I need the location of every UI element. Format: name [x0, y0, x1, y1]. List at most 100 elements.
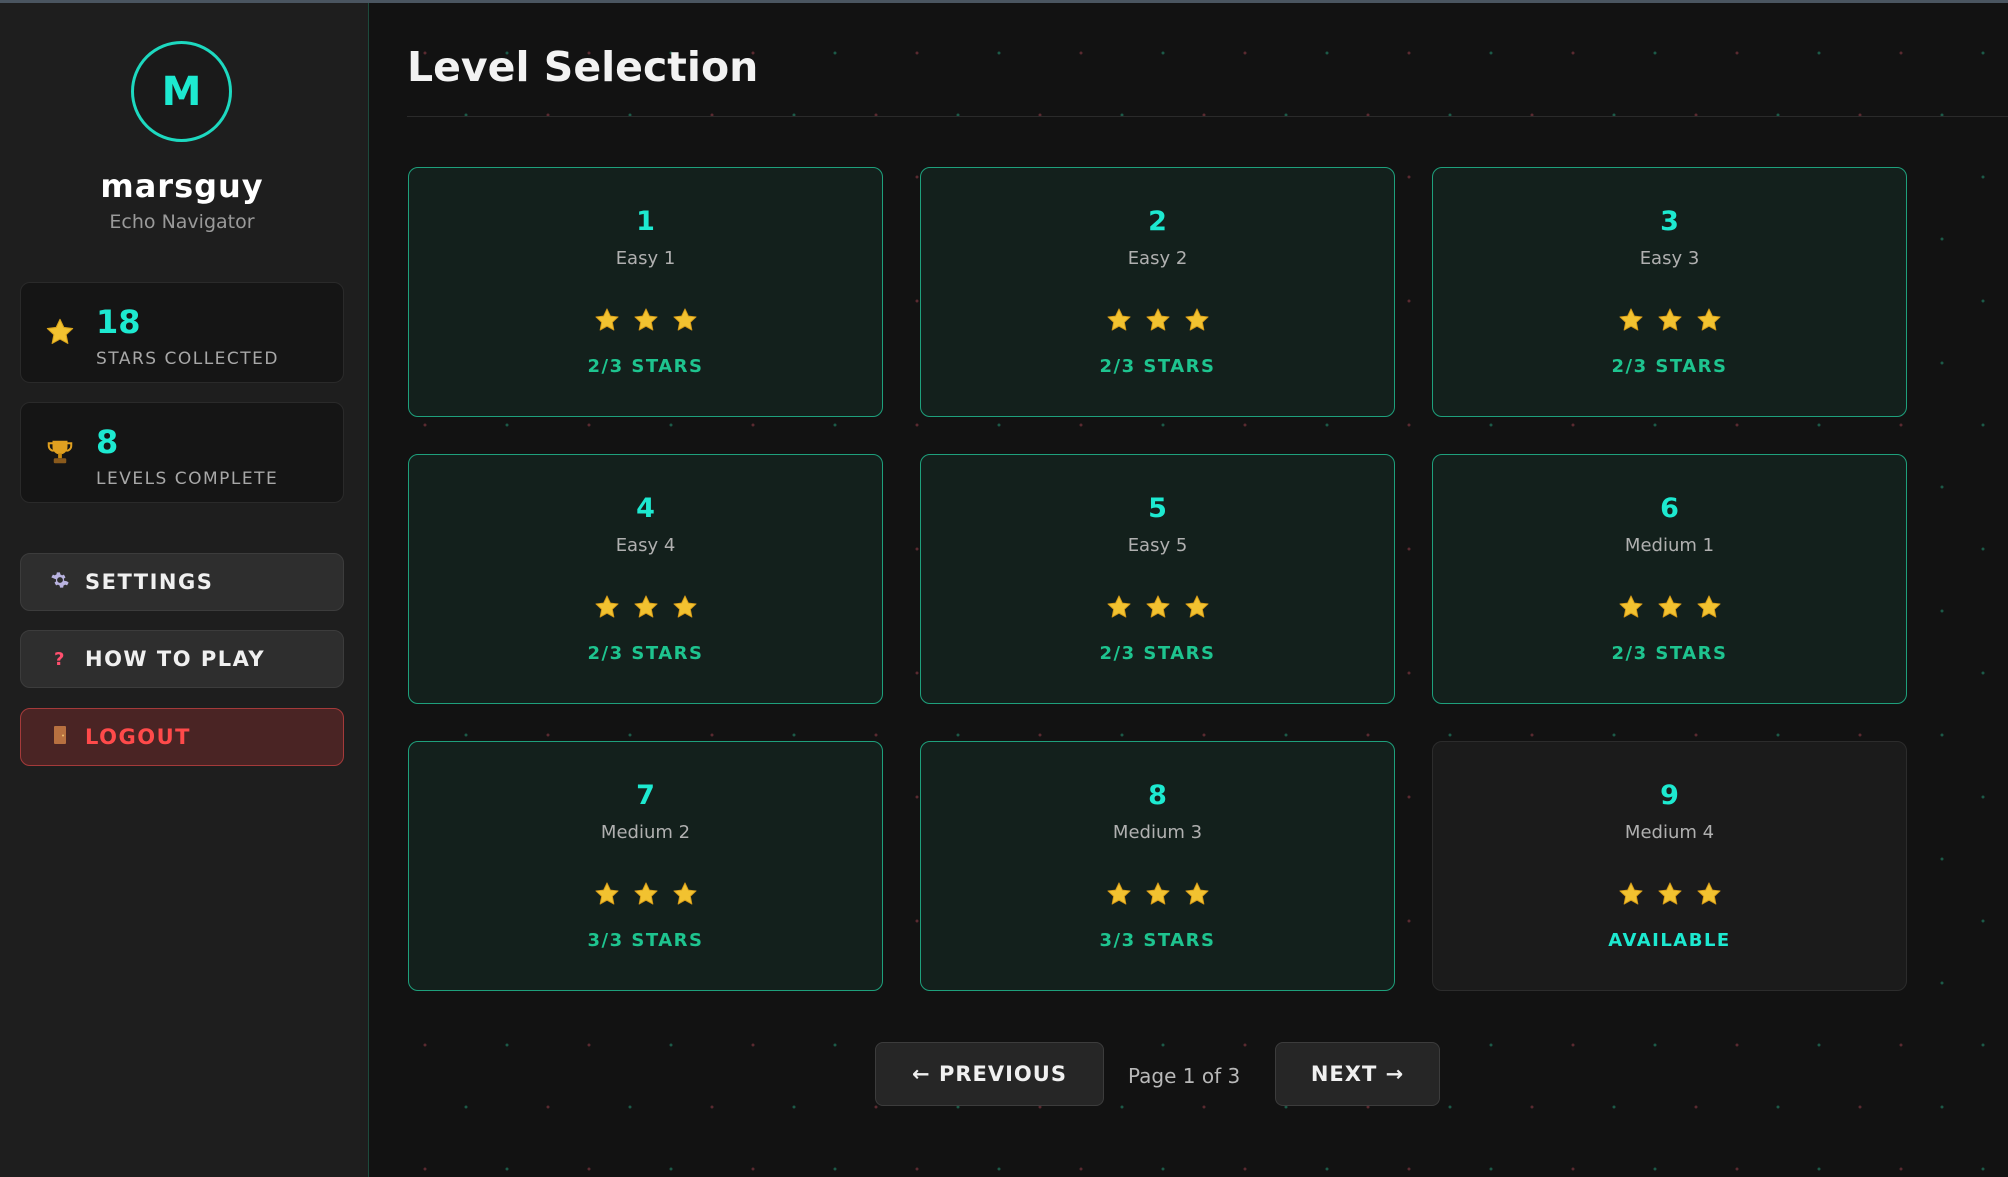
background-dot: [1940, 857, 1944, 861]
settings-button[interactable]: SETTINGS: [20, 553, 344, 611]
background-dot: [1407, 1167, 1411, 1171]
level-card[interactable]: 9 Medium 4 AVAILABLE: [1432, 741, 1907, 991]
star-icon: [594, 595, 619, 618]
background-dot: [1325, 51, 1329, 55]
background-dot: [628, 733, 632, 737]
background-dot: [1407, 299, 1411, 303]
background-dot: [915, 795, 919, 799]
level-card[interactable]: 7 Medium 2 3/3 STARS: [408, 741, 883, 991]
background-dot: [1981, 175, 1985, 179]
star-icon: [594, 308, 619, 331]
star-icon: [594, 882, 619, 905]
page-title: Level Selection: [407, 43, 759, 91]
level-name: Medium 1: [1624, 535, 1715, 556]
level-stars: [409, 880, 882, 908]
level-status: 2/3 STARS: [1611, 356, 1728, 377]
background-dot: [423, 1043, 427, 1047]
background-dot: [1571, 1043, 1575, 1047]
level-stars: [409, 593, 882, 621]
background-dot: [505, 423, 509, 427]
level-number: 2: [1148, 206, 1167, 237]
background-dot: [751, 1043, 755, 1047]
level-card[interactable]: 6 Medium 1 2/3 STARS: [1432, 454, 1907, 704]
background-dot: [1735, 51, 1739, 55]
background-dot: [1981, 795, 1985, 799]
background-dot: [997, 423, 1001, 427]
background-dot: [546, 1105, 550, 1109]
star-icon: [1657, 308, 1682, 331]
background-dot: [1038, 733, 1042, 737]
star-icon: [1184, 308, 1209, 331]
stat-stars-collected: 18 STARS COLLECTED: [20, 282, 344, 383]
level-card[interactable]: 1 Easy 1 2/3 STARS: [408, 167, 883, 417]
background-dot: [1243, 423, 1247, 427]
previous-page-button[interactable]: ← PREVIOUS: [875, 1042, 1104, 1106]
background-dot: [1817, 1167, 1821, 1171]
background-dot: [1899, 423, 1903, 427]
background-dot: [505, 1043, 509, 1047]
background-dot: [1489, 51, 1493, 55]
background-dot: [1981, 1167, 1985, 1171]
background-dot: [1243, 1167, 1247, 1171]
background-dot: [1735, 1167, 1739, 1171]
background-dot: [1407, 547, 1411, 551]
background-dot: [1448, 1105, 1452, 1109]
level-card[interactable]: 4 Easy 4 2/3 STARS: [408, 454, 883, 704]
background-dot: [915, 51, 919, 55]
level-card[interactable]: 5 Easy 5 2/3 STARS: [920, 454, 1395, 704]
stat-value: 8: [96, 423, 119, 461]
star-icon: [1106, 595, 1131, 618]
user-title: Echo Navigator: [109, 211, 255, 233]
background-dot: [587, 1167, 591, 1171]
star-icon: [1657, 882, 1682, 905]
logout-button[interactable]: LOGOUT: [20, 708, 344, 766]
avatar[interactable]: M: [131, 41, 232, 142]
background-dot: [1325, 1167, 1329, 1171]
level-stars: [921, 306, 1394, 334]
background-dot: [833, 51, 837, 55]
star-icon: [1145, 595, 1170, 618]
background-dot: [1653, 51, 1657, 55]
star-icon: [1145, 308, 1170, 331]
level-name: Easy 4: [615, 535, 676, 556]
level-status: 3/3 STARS: [1099, 930, 1216, 951]
level-card[interactable]: 3 Easy 3 2/3 STARS: [1432, 167, 1907, 417]
level-card[interactable]: 2 Easy 2 2/3 STARS: [920, 167, 1395, 417]
logout-label: LOGOUT: [85, 725, 191, 749]
background-dot: [1940, 981, 1944, 985]
level-number: 1: [636, 206, 655, 237]
level-number: 5: [1148, 493, 1167, 524]
next-page-button[interactable]: NEXT →: [1275, 1042, 1440, 1106]
background-dot: [1653, 1167, 1657, 1171]
main-content: Level Selection 1 Easy 1 2/3 STARS 2 Easy 2 2…: [370, 3, 2008, 1177]
background-dot: [833, 1167, 837, 1171]
star-icon: [633, 595, 658, 618]
level-number: 4: [636, 493, 655, 524]
level-card[interactable]: 8 Medium 3 3/3 STARS: [920, 741, 1395, 991]
background-dot: [915, 1167, 919, 1171]
background-dot: [505, 1167, 509, 1171]
level-number: 3: [1660, 206, 1679, 237]
background-dot: [1489, 1043, 1493, 1047]
background-dot: [874, 1105, 878, 1109]
star-icon: [633, 882, 658, 905]
level-name: Medium 3: [1112, 822, 1203, 843]
background-dot: [1899, 51, 1903, 55]
background-dot: [1981, 671, 1985, 675]
background-dot: [915, 919, 919, 923]
how-to-play-button[interactable]: ? HOW TO PLAY: [20, 630, 344, 688]
background-dot: [1776, 1105, 1780, 1109]
stat-label: LEVELS COMPLETE: [96, 469, 279, 489]
background-dot: [1940, 609, 1944, 613]
background-dot: [1981, 919, 1985, 923]
background-dot: [1161, 423, 1165, 427]
level-name: Easy 2: [1127, 248, 1188, 269]
background-dot: [546, 733, 550, 737]
star-icon: [1696, 595, 1721, 618]
username: marsguy: [100, 167, 264, 205]
background-dot: [1858, 733, 1862, 737]
level-stars: [921, 593, 1394, 621]
background-dot: [1407, 51, 1411, 55]
background-dot: [1079, 1167, 1083, 1171]
level-stars: [921, 880, 1394, 908]
